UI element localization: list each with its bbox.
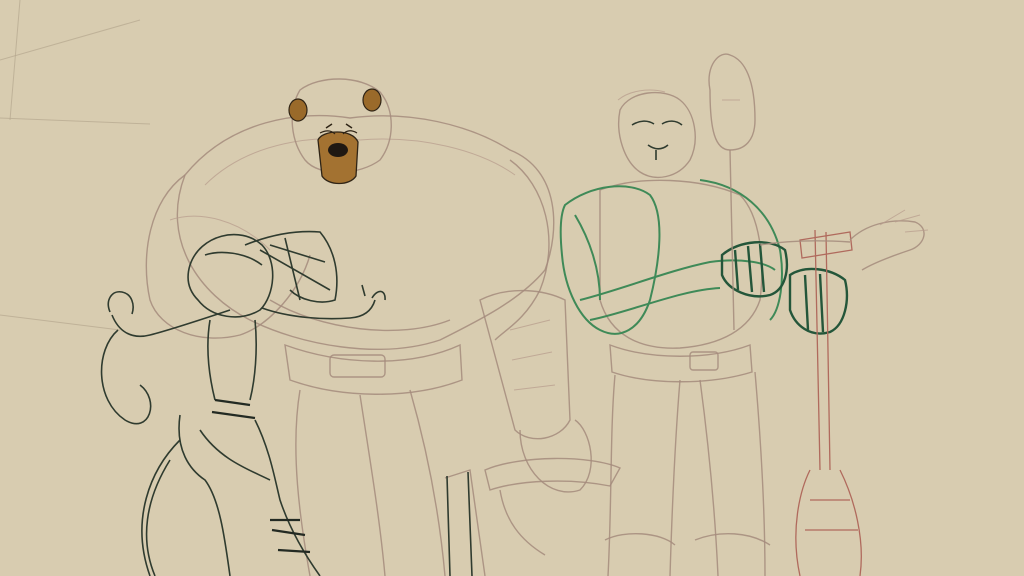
lion-figure (559, 89, 849, 576)
sketch-canvas (0, 0, 1024, 576)
raised-hand (759, 209, 929, 271)
bear-figure (145, 78, 592, 576)
sketch-artwork (0, 0, 929, 576)
shovel-tool (708, 53, 862, 576)
axe-tool (444, 457, 621, 576)
construction-lines (0, 0, 151, 331)
small-figure (100, 230, 386, 576)
